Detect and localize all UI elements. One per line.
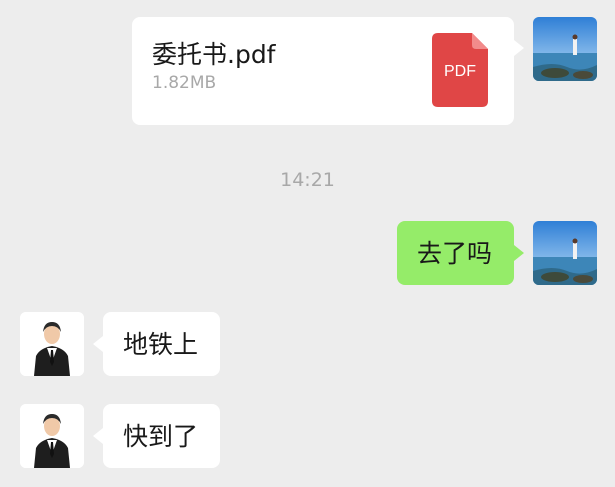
contact-avatar[interactable] [20, 404, 84, 468]
file-size: 1.82MB [152, 73, 217, 93]
file-name: 委托书.pdf [152, 40, 276, 69]
contact-avatar[interactable] [20, 312, 84, 376]
message-text: 去了吗 [417, 239, 493, 268]
message-text: 地铁上 [123, 330, 199, 359]
incoming-text-bubble[interactable]: 快到了 [103, 404, 220, 468]
businessman-cartoon-avatar-icon [20, 312, 84, 376]
incoming-text-bubble[interactable]: 地铁上 [103, 312, 220, 376]
beach-photo-avatar-icon [533, 17, 597, 81]
bubble-tail [93, 336, 103, 352]
my-avatar[interactable] [533, 221, 597, 285]
message-text: 快到了 [123, 422, 199, 451]
my-avatar[interactable] [533, 17, 597, 81]
pdf-file-icon: PDF [432, 33, 488, 107]
message-timestamp: 14:21 [280, 169, 335, 191]
bubble-tail [514, 40, 524, 56]
bubble-tail [514, 245, 524, 261]
pdf-file-label: PDF [444, 63, 476, 80]
beach-photo-avatar-icon [533, 221, 597, 285]
businessman-cartoon-avatar-icon [20, 404, 84, 468]
file-message-bubble[interactable]: 委托书.pdf 1.82MB PDF [132, 17, 514, 125]
bubble-tail [93, 428, 103, 444]
outgoing-text-bubble[interactable]: 去了吗 [397, 221, 514, 285]
